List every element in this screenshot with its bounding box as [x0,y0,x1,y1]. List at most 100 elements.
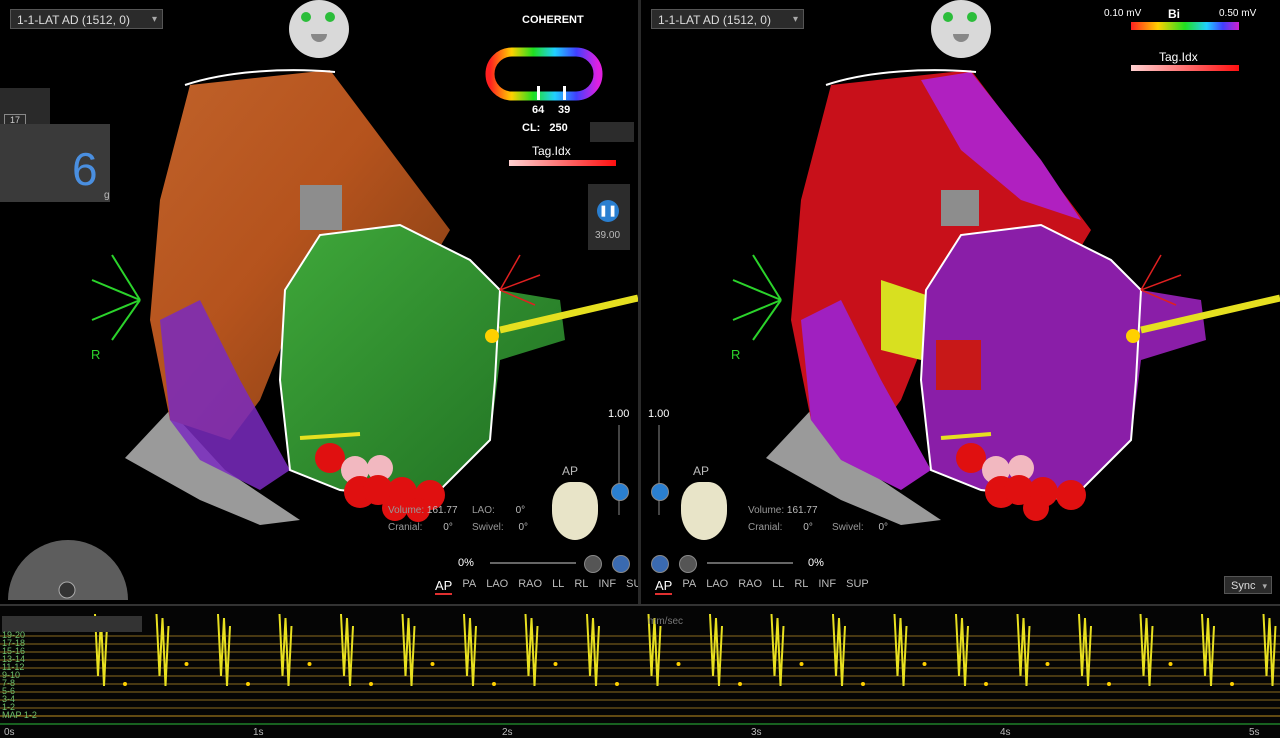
orientation-indicator [732,254,782,341]
ecg-beat [401,613,416,687]
ecg-speed-label: mm/sec [648,616,683,627]
heart-orientation-icon[interactable] [681,482,727,540]
view-lao-button[interactable]: LAO [706,578,728,595]
right-map-pane[interactable]: 1-1-LAT AD (1512, 0) ▾ 0.10 mV Bi 0.50 m… [641,0,1280,604]
ecg-beat [1078,613,1092,687]
view-ap-button[interactable]: AP [435,578,453,595]
tag-index-label: Tag.Idx [1159,50,1198,64]
ecg-marker [1168,662,1173,666]
pause-button[interactable]: ❚❚ [597,200,619,222]
ecg-time-tick: 4s [1000,727,1011,738]
view-pa-button[interactable]: PA [682,578,696,595]
counter-value: 6 [72,143,98,195]
scale-label: Bi [1168,7,1180,21]
ecg-beat [1262,613,1277,687]
map-select-value: 1-1-LAT AD (1512, 0) [17,13,130,27]
ecg-marker [984,682,988,686]
ecg-strip[interactable]: mm/sec 19-20 17-18 15-16 13-14 11-12 9-10 7-8 5… [0,604,1280,738]
opacity-slider[interactable] [490,562,576,564]
ecg-beat [586,613,600,687]
right-anatomy-map[interactable] [641,0,1280,604]
view-rl-button[interactable]: RL [574,578,588,595]
counter-unit: g [104,190,110,201]
low-voltage-patch [936,340,981,390]
view-lao-button[interactable]: LAO [486,578,508,595]
ecg-time-tick: 5s [1249,727,1260,738]
tag-index-label: Tag.Idx [532,144,571,158]
ecg-beat [340,613,354,687]
scar-area [941,190,979,226]
tag-index-bar [509,160,616,166]
ecg-time-tick: 2s [502,727,513,738]
opacity-value: 0% [808,557,824,569]
ecg-marker [676,662,681,666]
ecg-marker [1107,682,1111,686]
patient-orientation-face-icon[interactable] [931,0,991,58]
view-sup-button[interactable]: SUP [846,578,869,595]
view-inf-button[interactable]: INF [818,578,836,595]
coherent-ring [485,47,603,101]
opacity-slider[interactable] [707,562,793,564]
ecg-beat [217,613,231,687]
ecg-marker [1230,682,1234,686]
zoom-slider-thumb[interactable] [611,483,629,501]
scar-area [300,185,342,230]
zoom-slider[interactable] [658,425,660,515]
cl-label: CL: [522,122,541,134]
view-buttons: AP PA LAO RAO LL RL INF SUP [435,578,638,595]
zoom-value: 1.00 [648,408,670,420]
ecg-traces [0,613,1280,725]
left-anatomy-map[interactable] [0,0,638,604]
chevron-down-icon: ▾ [1262,581,1267,591]
ecg-beat [832,613,846,687]
cycle-length-label: CL: 250 [522,122,568,134]
ecg-beat [155,613,170,687]
scale-max: 0.50 mV [1219,8,1257,19]
sync-value: Sync [1231,580,1256,592]
view-sup-button[interactable]: SUP [626,578,638,595]
rotate-icon[interactable] [612,555,630,573]
patient-orientation-face-icon[interactable] [289,0,349,58]
rotate-icon[interactable] [651,555,669,573]
view-reset-icon[interactable] [679,555,697,573]
scale-min: 0.10 mV [1104,8,1142,19]
opacity-value: 0% [458,557,474,569]
zoom-slider[interactable] [618,425,620,515]
ecg-beat [770,613,785,687]
view-inf-button[interactable]: INF [598,578,616,595]
ecg-marker [184,662,189,666]
ecg-time-tick: 3s [751,727,762,738]
right-map-select[interactable]: 1-1-LAT AD (1512, 0) ▾ [651,9,804,29]
view-ll-button[interactable]: LL [552,578,564,595]
heart-view-label: AP [562,464,579,478]
view-reset-icon[interactable] [584,555,602,573]
cranial-info: Cranial: 0° [748,522,813,533]
ecg-marker [492,682,496,686]
view-ll-button[interactable]: LL [772,578,784,595]
left-map-select[interactable]: 1-1-LAT AD (1512, 0) ▾ [10,9,163,29]
ecg-marker [369,682,373,686]
left-map-pane[interactable]: 1-1-LAT AD (1512, 0) ▾ COHERENT 64 39 CL… [0,0,638,604]
zoom-slider-thumb[interactable] [651,483,669,501]
heart-orientation-icon[interactable] [552,482,598,540]
sync-select[interactable]: Sync ▾ [1224,576,1272,594]
coherent-label: COHERENT [522,14,584,26]
view-rao-button[interactable]: RAO [738,578,762,595]
ecg-marker [123,682,127,686]
ecg-marker [307,662,312,666]
view-buttons: AP PA LAO RAO LL RL INF SUP [655,578,869,595]
view-ap-button[interactable]: AP [655,578,673,595]
view-pa-button[interactable]: PA [462,578,476,595]
view-rao-button[interactable]: RAO [518,578,542,595]
view-rl-button[interactable]: RL [794,578,808,595]
swivel-info: Swivel: 0° [832,522,889,533]
ecg-beat [1139,613,1154,687]
ecg-marker [430,662,435,666]
orientation-indicator [91,254,141,341]
tag-settings-icon[interactable] [590,122,634,142]
chevron-down-icon: ▾ [792,14,798,25]
ecg-marker [246,682,250,686]
ecg-time-tick: 1s [253,727,264,738]
lao-info: LAO: 0° [472,505,526,516]
volume-info: Volume: 161.77 [748,505,818,516]
